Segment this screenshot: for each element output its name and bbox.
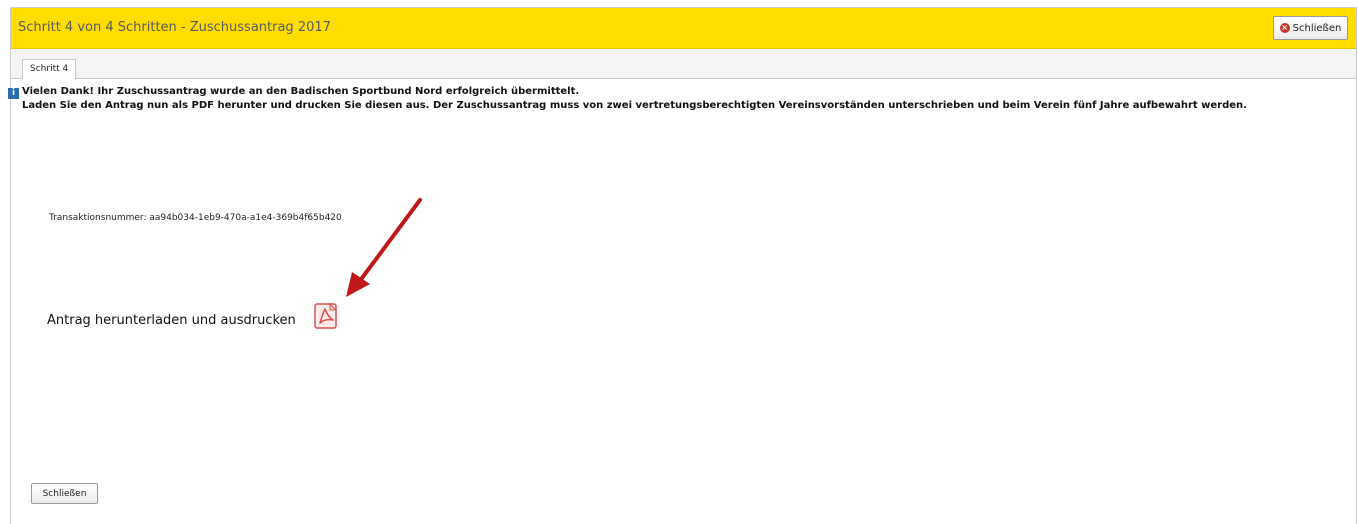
- tab-strip: Schritt 4: [11, 49, 1356, 80]
- close-button-top[interactable]: × Schließen: [1273, 16, 1348, 40]
- dialog-title: Schritt 4 von 4 Schritten - Zuschussantr…: [18, 20, 331, 35]
- message-line-1: Vielen Dank! Ihr Zuschussantrag wurde an…: [22, 86, 580, 97]
- arrow-icon: [346, 198, 422, 297]
- tab-schritt-4[interactable]: Schritt 4: [22, 59, 77, 80]
- close-button-label: Schließen: [1292, 22, 1342, 34]
- info-icon: i: [8, 88, 19, 99]
- dialog-window: Schritt 4 von 4 Schritten - Zuschussantr…: [10, 7, 1357, 524]
- message-line-2: Laden Sie den Antrag nun als PDF herunte…: [22, 100, 1247, 111]
- close-circle-icon: ×: [1279, 23, 1290, 33]
- transaction-number: Transaktionsnummer: aa94b034-1eb9-470a-a…: [49, 213, 342, 223]
- pdf-icon[interactable]: [312, 302, 340, 330]
- close-button-bottom[interactable]: Schließen: [31, 483, 98, 504]
- title-bar: Schritt 4 von 4 Schritten - Zuschussantr…: [11, 8, 1356, 49]
- download-label: Antrag herunterladen und ausdrucken: [47, 313, 296, 328]
- success-message: i Vielen Dank! Ihr Zuschussantrag wurde a…: [8, 86, 1247, 111]
